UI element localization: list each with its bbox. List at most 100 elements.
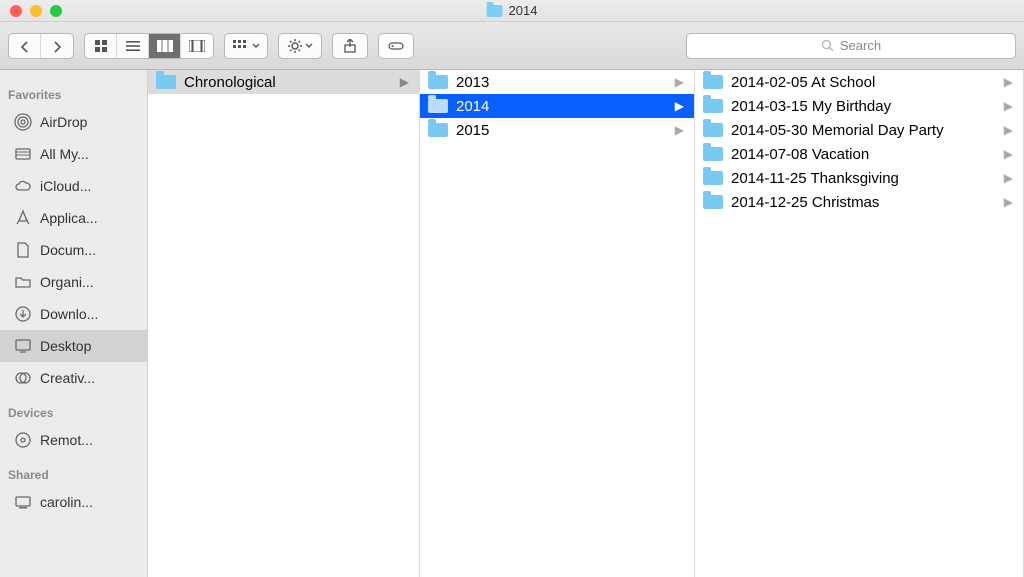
sidebar-item-desktop[interactable]: Desktop <box>0 330 147 362</box>
sidebar-item-allmy[interactable]: All My... <box>0 138 147 170</box>
search-placeholder: Search <box>840 38 881 53</box>
sidebar-item-label: Downlo... <box>40 306 98 322</box>
chevron-right-icon: ▶ <box>1004 147 1013 161</box>
chevron-right-icon: ▶ <box>675 99 684 113</box>
folder-row[interactable]: 2014-07-08 Vacation ▶ <box>695 142 1023 166</box>
action-button[interactable] <box>278 33 322 59</box>
column-2: 2013▶2014▶2015▶ <box>420 70 695 577</box>
chevron-right-icon: ▶ <box>1004 75 1013 89</box>
folder-icon <box>703 99 723 113</box>
arrange-icon <box>233 40 249 52</box>
folder-label: 2015 <box>456 122 667 139</box>
tags-button[interactable] <box>378 33 414 59</box>
cc-icon <box>14 369 32 387</box>
folder-row[interactable]: 2014-02-05 At School ▶ <box>695 70 1023 94</box>
nav-buttons <box>8 33 74 59</box>
sidebar-item-cc[interactable]: Creativ... <box>0 362 147 394</box>
folder-row[interactable]: Chronological ▶ <box>148 70 419 94</box>
docs-icon <box>14 241 32 259</box>
close-window-button[interactable] <box>10 5 22 17</box>
folder-row[interactable]: 2014▶ <box>420 94 694 118</box>
folder-row[interactable]: 2015 ▶ <box>420 118 694 142</box>
column-view: Chronological▶2013▶2014▶2015▶2014-02-05 … <box>148 70 1024 577</box>
grid-icon <box>94 39 108 53</box>
list-icon <box>126 40 140 52</box>
downloads-icon <box>14 305 32 323</box>
sidebar-section-header: Favorites <box>0 76 147 106</box>
chevron-right-icon: ▶ <box>400 75 409 89</box>
folder-row[interactable]: 2014-03-15 My Birthday▶ <box>695 94 1023 118</box>
column-1: Chronological ▶ <box>148 70 420 577</box>
apps-icon <box>14 209 32 227</box>
sidebar-item-label: Applica... <box>40 210 98 226</box>
folder-label: Chronological <box>184 74 392 91</box>
share-icon <box>344 39 356 53</box>
sidebar-item-label: carolin... <box>40 494 93 510</box>
list-view-button[interactable] <box>117 34 149 58</box>
sidebar-item-label: All My... <box>40 146 89 162</box>
sidebar: Favorites AirDrop All My... iCloud... Applic… <box>0 70 148 577</box>
column-view-button[interactable] <box>149 34 181 58</box>
share-button[interactable] <box>332 33 368 59</box>
folder-icon <box>156 75 176 89</box>
folder-row[interactable]: 2013 ▶ <box>420 70 694 94</box>
titlebar: 2014 <box>0 0 1024 22</box>
folder-label: 2014-11-25 Thanksgiving <box>731 170 996 187</box>
finder-body: Favorites AirDrop All My... iCloud... Applic… <box>0 70 1024 577</box>
sidebar-item-label: Desktop <box>40 338 91 354</box>
sidebar-item-disc[interactable]: Remot... <box>0 424 147 456</box>
sidebar-item-label: Creativ... <box>40 370 95 386</box>
chevron-right-icon: ▶ <box>675 75 684 89</box>
desktop-icon <box>14 337 32 355</box>
minimize-window-button[interactable] <box>30 5 42 17</box>
arrange-button[interactable] <box>224 33 268 59</box>
disc-icon <box>14 431 32 449</box>
folder-icon <box>703 171 723 185</box>
sidebar-item-icloud[interactable]: iCloud... <box>0 170 147 202</box>
search-field[interactable]: Search <box>686 33 1016 59</box>
folder-label: 2014-07-08 Vacation <box>731 146 996 163</box>
sidebar-item-apps[interactable]: Applica... <box>0 202 147 234</box>
folder-label: 2013 <box>456 74 667 91</box>
sidebar-item-airdrop[interactable]: AirDrop <box>0 106 147 138</box>
sidebar-item-label: AirDrop <box>40 114 87 130</box>
chevron-right-icon <box>52 41 62 53</box>
sidebar-item-downloads[interactable]: Downlo... <box>0 298 147 330</box>
sidebar-item-computer[interactable]: carolin... <box>0 486 147 518</box>
folder-row[interactable]: 2014-11-25 Thanksgiving▶ <box>695 166 1023 190</box>
chevron-down-icon <box>305 43 313 49</box>
icloud-icon <box>14 177 32 195</box>
sidebar-item-label: Remot... <box>40 432 93 448</box>
tag-icon <box>388 40 404 52</box>
chevron-right-icon: ▶ <box>675 123 684 137</box>
view-mode-buttons <box>84 33 214 59</box>
chevron-right-icon: ▶ <box>1004 123 1013 137</box>
columns-icon <box>157 40 173 52</box>
sidebar-item-docs[interactable]: Docum... <box>0 234 147 266</box>
folder-icon <box>703 147 723 161</box>
sidebar-item-folder[interactable]: Organi... <box>0 266 147 298</box>
forward-button[interactable] <box>41 34 73 59</box>
folder-label: 2014-02-05 At School <box>731 74 996 91</box>
back-button[interactable] <box>9 34 41 59</box>
folder-row[interactable]: 2014-05-30 Memorial Day Party ▶ <box>695 118 1023 142</box>
fullscreen-window-button[interactable] <box>50 5 62 17</box>
folder-label: 2014-03-15 My Birthday <box>731 98 996 115</box>
folder-icon <box>14 273 32 291</box>
gallery-view-button[interactable] <box>181 34 213 58</box>
folder-label: 2014-12-25 Christmas <box>731 194 996 211</box>
folder-icon <box>487 5 503 17</box>
gallery-icon <box>189 40 205 52</box>
sidebar-section-header: Devices <box>0 394 147 424</box>
computer-icon <box>14 493 32 511</box>
folder-row[interactable]: 2014-12-25 Christmas▶ <box>695 190 1023 214</box>
chevron-left-icon <box>20 41 30 53</box>
folder-label: 2014-05-30 Memorial Day Party <box>731 122 996 139</box>
folder-icon <box>703 195 723 209</box>
icon-view-button[interactable] <box>85 34 117 58</box>
sidebar-item-label: iCloud... <box>40 178 91 194</box>
sidebar-section-header: Shared <box>0 456 147 486</box>
gear-icon <box>288 39 302 53</box>
search-icon <box>821 39 834 52</box>
allmy-icon <box>14 145 32 163</box>
